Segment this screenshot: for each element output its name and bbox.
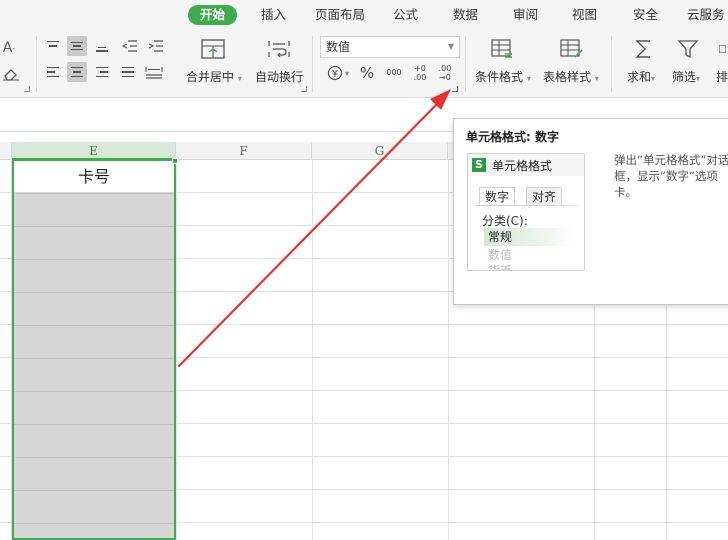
justify-icon[interactable] — [118, 62, 138, 82]
decrease-indent-icon[interactable] — [120, 36, 140, 56]
tooltip-title: 单元格格式: 数字 — [466, 130, 559, 144]
chevron-down-icon: ▾ — [344, 68, 349, 78]
align-right-icon[interactable] — [92, 62, 112, 82]
ribbon-separator — [36, 36, 37, 92]
distributed-align-icon[interactable] — [144, 62, 164, 82]
percent-button[interactable]: % — [357, 64, 377, 82]
active-cell[interactable]: 卡号 — [14, 161, 174, 192]
column-header-partial[interactable] — [0, 142, 12, 160]
spreadsheet-window: 开始 插入 页面布局 公式 数据 审阅 视图 安全 云服务 A- 合并居中 ▾ … — [0, 0, 728, 540]
decrease-decimal-button[interactable]: .00 →0 — [434, 62, 456, 84]
filter-button[interactable]: 筛选▾ — [672, 68, 700, 85]
align-middle-icon[interactable] — [67, 36, 87, 56]
grid-line — [448, 142, 449, 540]
tab-cloud-service[interactable]: 云服务 — [687, 5, 725, 25]
table-style-icon[interactable] — [557, 36, 587, 62]
table-style-button[interactable]: 表格样式 ▾ — [543, 68, 599, 85]
ribbon-separator — [465, 36, 466, 92]
grid-line — [176, 142, 177, 540]
preview-tab-number: 数字 — [479, 187, 516, 205]
sort-button[interactable]: 排 — [716, 68, 728, 85]
tab-review[interactable]: 审阅 — [513, 5, 538, 25]
ribbon-separator — [611, 36, 612, 92]
fill-handle[interactable] — [172, 158, 178, 164]
chevron-down-icon: ▾ — [526, 74, 531, 83]
tab-data[interactable]: 数据 — [453, 5, 478, 25]
preview-category-label: 分类(C): — [482, 214, 528, 228]
sort-icon[interactable] — [718, 36, 728, 62]
thousands-separator-button[interactable]: 000 — [383, 62, 405, 84]
sum-button[interactable]: 求和▾ — [627, 68, 655, 85]
number-format-dialog-launcher-icon[interactable] — [452, 86, 458, 92]
preview-category-currency: 货币 — [488, 264, 513, 271]
align-bottom-icon[interactable] — [92, 36, 112, 56]
chevron-down-icon: ▾ — [237, 74, 242, 83]
currency-format-button[interactable]: ▾ — [324, 64, 352, 82]
currency-icon — [327, 65, 343, 81]
tab-formulas[interactable]: 公式 — [393, 5, 418, 25]
selected-column-range[interactable] — [12, 160, 176, 540]
grid-line — [312, 142, 313, 540]
number-format-select[interactable]: 数值 ▼ — [320, 36, 460, 58]
increase-indent-icon[interactable] — [146, 36, 166, 56]
font-dialog-launcher-icon[interactable] — [24, 86, 30, 92]
wrap-text-button[interactable]: 自动换行 — [255, 68, 303, 85]
tab-page-layout[interactable]: 页面布局 — [315, 5, 365, 25]
tab-view[interactable]: 视图 — [572, 5, 597, 25]
chevron-down-icon: ▾ — [594, 74, 599, 83]
font-size-icon[interactable]: A- — [0, 38, 18, 58]
increase-decimal-button[interactable]: +0 .00 — [409, 62, 431, 84]
preview-dialog-title: 单元格格式 — [492, 159, 553, 173]
align-center-icon[interactable] — [67, 62, 87, 82]
column-header-f[interactable]: F — [176, 142, 312, 160]
ribbon-home: A- 合并居中 ▾ 自动换行 数值 ▼ ▾ % 000 +0 .00 .00 →… — [0, 30, 728, 98]
filter-icon[interactable] — [674, 36, 702, 62]
tooltip-description: 弹出“单元格格式”对话框，显示“数字”选项卡。 — [614, 153, 728, 199]
chevron-down-icon: ▾ — [696, 74, 701, 83]
column-header-e[interactable]: E — [12, 142, 176, 160]
alignment-dialog-launcher-icon[interactable] — [301, 86, 307, 92]
preview-fade — [554, 176, 584, 270]
column-header-g[interactable]: G — [312, 142, 448, 160]
ribbon-tab-bar: 开始 插入 页面布局 公式 数据 审阅 视图 安全 云服务 — [0, 0, 728, 30]
ribbon-separator — [312, 36, 313, 92]
merge-center-button[interactable]: 合并居中 ▾ — [186, 68, 242, 85]
wrap-text-icon[interactable] — [264, 36, 294, 62]
align-left-icon[interactable] — [43, 62, 63, 82]
tab-security[interactable]: 安全 — [633, 5, 658, 25]
chevron-down-icon: ▾ — [651, 74, 656, 83]
format-dialog-preview: S 单元格格式 数字 对齐 分类(C): 常规 数值 货币 — [467, 153, 585, 271]
align-top-icon[interactable] — [43, 36, 63, 56]
conditional-format-button[interactable]: 条件格式 ▾ — [475, 68, 531, 85]
merge-center-icon[interactable] — [198, 36, 228, 62]
tab-home[interactable]: 开始 — [188, 5, 238, 25]
number-format-tooltip: 单元格格式: 数字 弹出“单元格格式”对话框，显示“数字”选项卡。 S 单元格格… — [453, 118, 728, 305]
clear-format-icon[interactable] — [0, 64, 22, 84]
sum-icon[interactable] — [630, 36, 658, 62]
app-logo-icon: S — [472, 158, 486, 172]
tab-insert[interactable]: 插入 — [261, 5, 286, 25]
chevron-down-icon: ▼ — [447, 42, 454, 51]
conditional-format-icon[interactable] — [488, 36, 518, 62]
